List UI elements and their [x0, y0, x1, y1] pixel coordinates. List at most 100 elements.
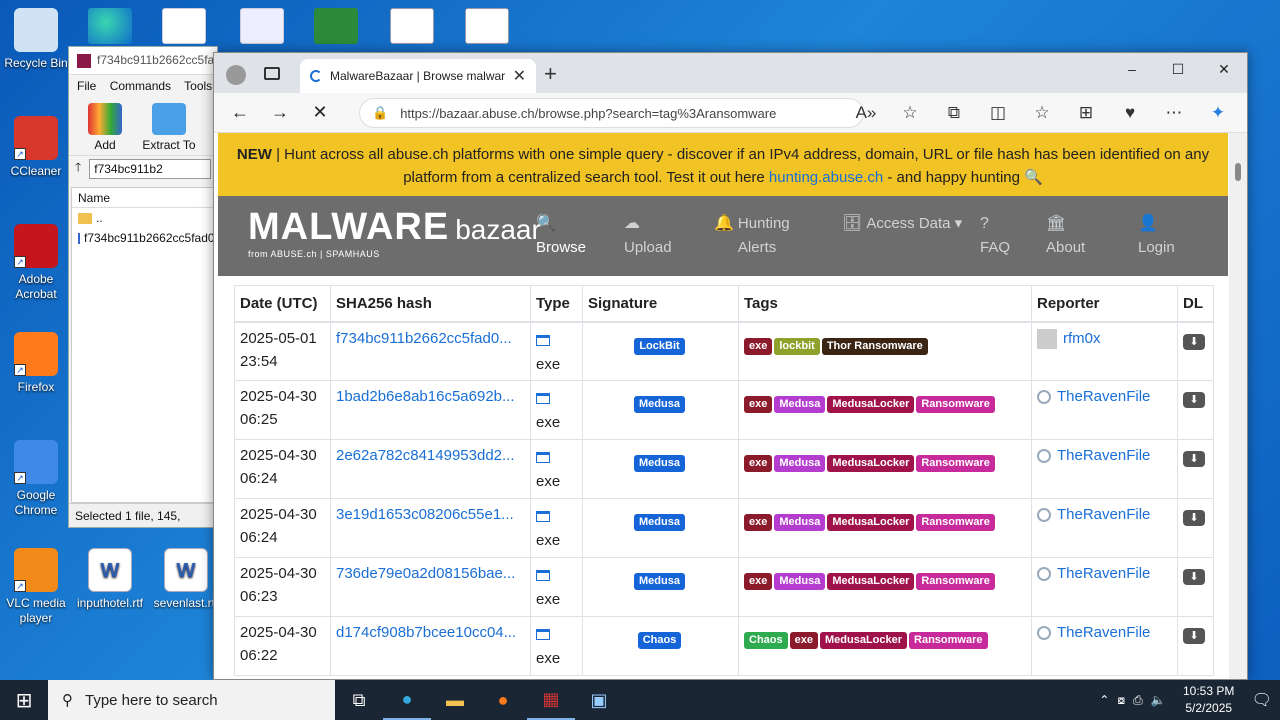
tag-badge[interactable]: exe: [744, 455, 773, 472]
chevron-up-icon[interactable]: ⌃: [1099, 693, 1109, 707]
tag-badge[interactable]: exe: [744, 337, 773, 355]
reporter-link[interactable]: TheRavenFile: [1057, 447, 1150, 464]
favorite-star-icon[interactable]: ☆: [888, 99, 932, 127]
firefox-taskbar-icon[interactable]: ●: [479, 680, 527, 720]
nav-item-hunting-alerts[interactable]: 🔔 Hunting Alerts: [714, 212, 818, 260]
desktop-file-icon[interactable]: Wsevenlast.rtf: [150, 548, 222, 611]
tag-badge[interactable]: Thor Ransomware: [821, 337, 928, 355]
download-icon[interactable]: ⬇: [1183, 451, 1205, 467]
tag-badge[interactable]: Ransomware: [916, 396, 995, 413]
tag-badge[interactable]: exe: [789, 632, 818, 649]
malwarebazaar-logo[interactable]: MALWARE bazaar from ABUSE.ch | SPAMHAUS: [248, 206, 541, 259]
path-field[interactable]: f734bc911b2: [89, 158, 211, 179]
file-explorer-icon[interactable]: ▬: [431, 680, 479, 720]
hunting-link[interactable]: hunting.abuse.ch: [769, 169, 883, 186]
tag-badge[interactable]: MedusaLocker: [827, 455, 915, 472]
hash-link[interactable]: d174cf908b7bcee10cc04...: [336, 624, 516, 641]
signature-badge[interactable]: LockBit: [634, 337, 685, 355]
column-header[interactable]: Type: [530, 285, 583, 323]
signature-badge[interactable]: Medusa: [634, 514, 685, 531]
extract-to-button[interactable]: Extract To: [141, 101, 197, 152]
tag-badge[interactable]: Ransomware: [916, 514, 995, 531]
tag-badge[interactable]: Medusa: [774, 573, 826, 590]
hash-link[interactable]: 1bad2b6e8ab16c5a692b...: [336, 388, 515, 405]
network-icon[interactable]: ⎙: [1133, 693, 1143, 708]
column-header[interactable]: Tags: [738, 285, 1032, 323]
column-header[interactable]: DL: [1177, 285, 1214, 323]
url-bar[interactable]: 🔒 https://bazaar.abuse.ch/browse.php?sea…: [359, 98, 864, 128]
tag-badge[interactable]: MedusaLocker: [827, 573, 915, 590]
split-screen-icon[interactable]: ◫: [976, 99, 1020, 127]
reporter-link[interactable]: rfm0x: [1063, 330, 1101, 347]
signature-badge[interactable]: Medusa: [634, 573, 685, 590]
forward-button[interactable]: →: [260, 102, 300, 123]
favorites-icon[interactable]: ☆: [1020, 99, 1064, 127]
nav-item-faq[interactable]: ? FAQ: [980, 212, 1010, 260]
image-file-icon[interactable]: [240, 8, 284, 44]
tag-badge[interactable]: Ransomware: [916, 573, 995, 590]
tab-malwarebazaar[interactable]: MalwareBazaar | Browse malware ✕: [300, 59, 536, 93]
reporter-link[interactable]: TheRavenFile: [1057, 506, 1150, 523]
download-icon[interactable]: ⬇: [1183, 569, 1205, 585]
word-doc-icon[interactable]: [162, 8, 206, 44]
read-aloud-icon[interactable]: A»: [844, 99, 888, 127]
task-view-icon[interactable]: ⧉: [335, 680, 383, 720]
nav-item-upload[interactable]: ☁ Upload: [624, 212, 672, 260]
nav-item-access-data[interactable]: 🗄 Access Data ▾: [842, 212, 962, 236]
add-button[interactable]: Add: [77, 101, 133, 152]
tag-badge[interactable]: exe: [744, 514, 773, 531]
signature-badge[interactable]: Medusa: [634, 455, 685, 472]
signature-badge[interactable]: Chaos: [637, 632, 682, 649]
column-name[interactable]: Name: [72, 188, 214, 208]
nav-item-browse[interactable]: 🔍 Browse: [536, 212, 586, 260]
menu-file[interactable]: File: [77, 79, 96, 93]
window-file-icon[interactable]: [390, 8, 434, 44]
download-icon[interactable]: ⬇: [1183, 510, 1205, 526]
download-icon[interactable]: ⬇: [1183, 628, 1205, 644]
hash-link[interactable]: 3e19d1653c08206c55e1...: [336, 506, 514, 523]
maximize-button[interactable]: ☐: [1155, 53, 1201, 85]
edge-desktop-icon[interactable]: [88, 8, 132, 44]
collections-icon[interactable]: ⊞: [1064, 99, 1108, 127]
volume-icon[interactable]: 🔈: [1151, 693, 1166, 707]
window-taskbar-icon[interactable]: ▣: [575, 680, 623, 720]
desktop-file-icon[interactable]: Winputhotel.rtf: [74, 548, 146, 611]
vertical-scrollbar[interactable]: [1229, 133, 1247, 679]
extensions-icon[interactable]: ⧉: [932, 99, 976, 127]
hash-link[interactable]: 736de79e0a2d08156bae...: [336, 565, 515, 582]
tag-badge[interactable]: MedusaLocker: [827, 396, 915, 413]
new-tab-button[interactable]: +: [544, 61, 557, 87]
tag-badge[interactable]: Medusa: [774, 514, 826, 531]
notifications-icon[interactable]: 🗨: [1252, 690, 1272, 710]
reporter-link[interactable]: TheRavenFile: [1057, 388, 1150, 405]
desktop-icon[interactable]: ↗ Adobe Acrobat: [0, 224, 72, 302]
taskbar-search[interactable]: ⚲ Type here to search: [48, 680, 335, 720]
desktop-icon[interactable]: ↗ Firefox: [0, 332, 72, 395]
edge-taskbar-icon[interactable]: ●: [383, 680, 431, 720]
tag-badge[interactable]: Medusa: [774, 455, 826, 472]
nav-item-about[interactable]: 🏛 About: [1046, 212, 1085, 260]
tab-actions-icon[interactable]: [264, 67, 280, 80]
signature-badge[interactable]: Medusa: [634, 396, 685, 413]
tag-badge[interactable]: MedusaLocker: [827, 514, 915, 531]
window-file-icon-2[interactable]: [465, 8, 509, 44]
column-header[interactable]: Reporter: [1031, 285, 1178, 323]
tag-badge[interactable]: exe: [744, 396, 773, 413]
tag-badge[interactable]: Ransomware: [916, 455, 995, 472]
reporter-link[interactable]: TheRavenFile: [1057, 624, 1150, 641]
minimize-button[interactable]: –: [1109, 53, 1155, 85]
desktop-icon[interactable]: ↗ CCleaner: [0, 116, 72, 179]
lock-icon[interactable]: 🔒: [372, 105, 388, 121]
start-button[interactable]: ⊞: [0, 680, 48, 720]
tag-badge[interactable]: Medusa: [774, 396, 826, 413]
nav-item-login[interactable]: 👤 Login: [1138, 212, 1175, 260]
close-tab-icon[interactable]: ✕: [513, 66, 526, 86]
tag-badge[interactable]: Chaos: [744, 632, 788, 649]
winrar-taskbar-icon[interactable]: ▦: [527, 680, 575, 720]
performance-icon[interactable]: ♥: [1108, 99, 1152, 127]
more-icon[interactable]: ⋯: [1152, 99, 1196, 127]
hash-link[interactable]: 2e62a782c84149953dd2...: [336, 447, 515, 464]
tag-badge[interactable]: exe: [744, 573, 773, 590]
menu-commands[interactable]: Commands: [110, 79, 171, 93]
profile-avatar[interactable]: [226, 65, 246, 85]
